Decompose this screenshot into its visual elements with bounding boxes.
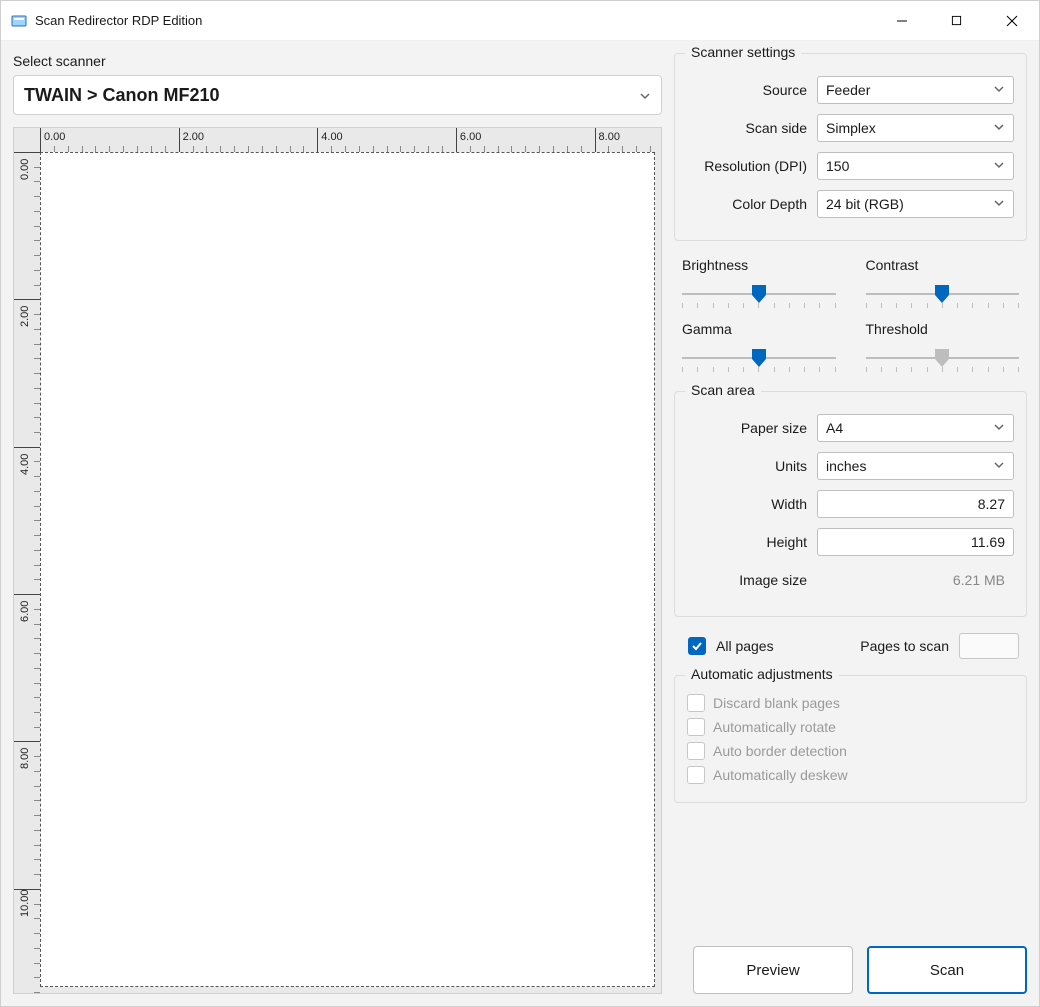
- chevron-down-icon: [639, 89, 651, 101]
- auto-label-3: Automatically deskew: [713, 767, 848, 783]
- auto-checkbox-2: [687, 742, 705, 760]
- threshold-slider-block: Threshold: [866, 321, 1020, 375]
- auto-checkbox-0: [687, 694, 705, 712]
- color-depth-label: Color Depth: [687, 196, 807, 212]
- auto-item-2: Auto border detection: [687, 742, 1014, 760]
- main-window: Scan Redirector RDP Edition Select scann…: [0, 0, 1040, 1007]
- auto-checkbox-1: [687, 718, 705, 736]
- maximize-button[interactable]: [929, 1, 984, 41]
- threshold-thumb: [935, 349, 949, 367]
- threshold-label: Threshold: [866, 321, 1020, 337]
- auto-item-1: Automatically rotate: [687, 718, 1014, 736]
- auto-label-1: Automatically rotate: [713, 719, 836, 735]
- paper-size-select[interactable]: A4: [817, 414, 1014, 442]
- brightness-slider-block: Brightness: [682, 257, 836, 311]
- window-title: Scan Redirector RDP Edition: [35, 13, 874, 28]
- ruler-horizontal: 0.002.004.006.008.00: [40, 128, 661, 152]
- gamma-slider[interactable]: [682, 349, 836, 375]
- content: Select scanner TWAIN > Canon MF210 0.002…: [1, 41, 1039, 1006]
- brightness-thumb[interactable]: [752, 285, 766, 303]
- select-scanner-label: Select scanner: [13, 53, 662, 69]
- contrast-thumb[interactable]: [935, 285, 949, 303]
- auto-checkbox-3: [687, 766, 705, 784]
- chevron-down-icon: [993, 420, 1005, 436]
- width-input[interactable]: 8.27: [817, 490, 1014, 518]
- image-size-label: Image size: [687, 572, 807, 588]
- chevron-down-icon: [993, 196, 1005, 212]
- auto-adjustments-legend: Automatic adjustments: [685, 666, 839, 682]
- preview-button[interactable]: Preview: [693, 946, 853, 994]
- titlebar: Scan Redirector RDP Edition: [1, 1, 1039, 41]
- chevron-down-icon: [993, 458, 1005, 474]
- scanner-settings-legend: Scanner settings: [685, 44, 801, 60]
- ruler-vertical: 0.002.004.006.008.0010.00: [14, 152, 40, 993]
- close-button[interactable]: [984, 1, 1039, 41]
- pages-to-scan-input[interactable]: [959, 633, 1019, 659]
- page-preview[interactable]: [40, 152, 655, 987]
- paper-size-label: Paper size: [687, 420, 807, 436]
- all-pages-label: All pages: [716, 638, 774, 654]
- scan-side-label: Scan side: [687, 120, 807, 136]
- scan-button[interactable]: Scan: [867, 946, 1027, 994]
- color-depth-select[interactable]: 24 bit (RGB): [817, 190, 1014, 218]
- contrast-label: Contrast: [866, 257, 1020, 273]
- units-label: Units: [687, 458, 807, 474]
- auto-item-0: Discard blank pages: [687, 694, 1014, 712]
- source-label: Source: [687, 82, 807, 98]
- gamma-thumb[interactable]: [752, 349, 766, 367]
- scanner-settings-group: Scanner settings Source Feeder Scan side…: [674, 53, 1027, 241]
- scanner-dropdown[interactable]: TWAIN > Canon MF210: [13, 75, 662, 115]
- width-label: Width: [687, 496, 807, 512]
- left-pane: Select scanner TWAIN > Canon MF210 0.002…: [1, 41, 674, 1006]
- resolution-select[interactable]: 150: [817, 152, 1014, 180]
- resolution-label: Resolution (DPI): [687, 158, 807, 174]
- auto-item-3: Automatically deskew: [687, 766, 1014, 784]
- scan-area-group: Scan area Paper size A4 Units inches: [674, 391, 1027, 617]
- contrast-slider[interactable]: [866, 285, 1020, 311]
- scanner-dropdown-value: TWAIN > Canon MF210: [24, 85, 639, 106]
- right-pane: Scanner settings Source Feeder Scan side…: [674, 41, 1039, 1006]
- minimize-button[interactable]: [874, 1, 929, 41]
- sliders-panel: Brightness Contrast Gamma Threshold: [674, 253, 1027, 379]
- scan-area-legend: Scan area: [685, 382, 761, 398]
- source-select[interactable]: Feeder: [817, 76, 1014, 104]
- app-icon: [11, 13, 27, 29]
- chevron-down-icon: [993, 82, 1005, 98]
- chevron-down-icon: [993, 120, 1005, 136]
- brightness-label: Brightness: [682, 257, 836, 273]
- bottom-buttons: Preview Scan: [674, 926, 1027, 994]
- height-label: Height: [687, 534, 807, 550]
- auto-adjustments-group: Automatic adjustments Discard blank page…: [674, 675, 1027, 803]
- all-pages-checkbox[interactable]: [688, 637, 706, 655]
- image-size-value: 6.21 MB: [817, 566, 1014, 594]
- auto-label-2: Auto border detection: [713, 743, 847, 759]
- preview-area[interactable]: 0.002.004.006.008.00 0.002.004.006.008.0…: [13, 127, 662, 994]
- contrast-slider-block: Contrast: [866, 257, 1020, 311]
- gamma-label: Gamma: [682, 321, 836, 337]
- chevron-down-icon: [993, 158, 1005, 174]
- pages-to-scan-label: Pages to scan: [860, 638, 949, 654]
- pages-row: All pages Pages to scan: [674, 629, 1027, 663]
- window-controls: [874, 1, 1039, 41]
- height-input[interactable]: 11.69: [817, 528, 1014, 556]
- units-select[interactable]: inches: [817, 452, 1014, 480]
- gamma-slider-block: Gamma: [682, 321, 836, 375]
- scan-side-select[interactable]: Simplex: [817, 114, 1014, 142]
- auto-label-0: Discard blank pages: [713, 695, 840, 711]
- brightness-slider[interactable]: [682, 285, 836, 311]
- threshold-slider: [866, 349, 1020, 375]
